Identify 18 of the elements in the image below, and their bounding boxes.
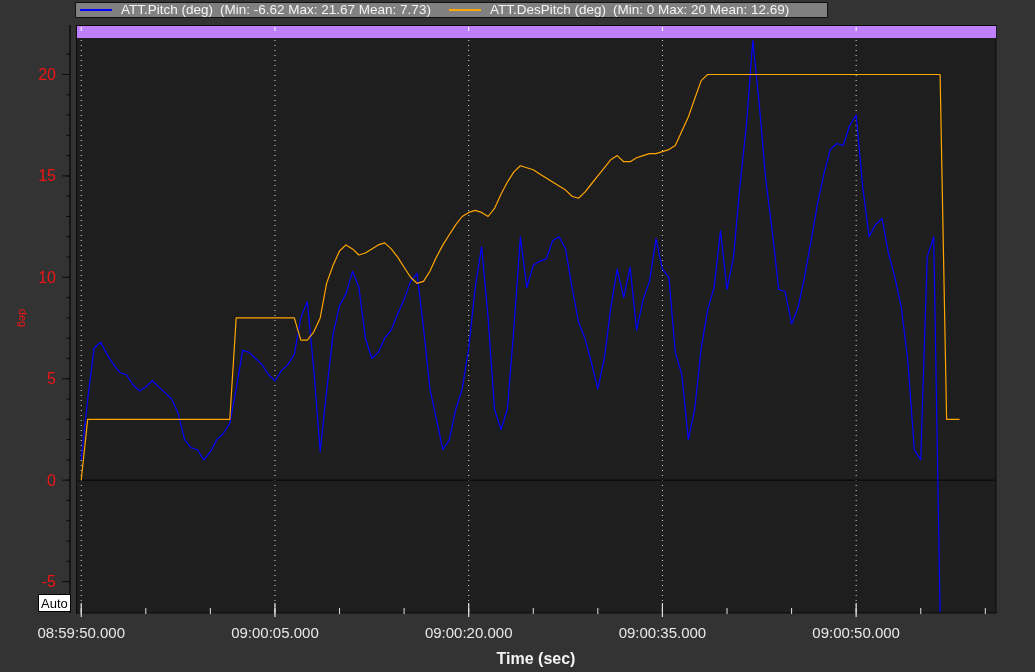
y-tick-label: 20 bbox=[38, 66, 56, 83]
y-tick-label: 15 bbox=[38, 167, 56, 185]
y-tick-label: -5 bbox=[41, 573, 56, 591]
x-axis-title: Time (sec) bbox=[496, 650, 576, 667]
legend-label: ATT.DesPitch (deg) bbox=[489, 3, 606, 17]
legend-stats: (Min: -6.62 Max: 21.67 Mean: 7.73) bbox=[220, 3, 431, 17]
y-axis-title: deg bbox=[17, 308, 30, 328]
x-tick-label: 09:00:35.000 bbox=[618, 624, 707, 641]
y-tick-label: 10 bbox=[38, 268, 56, 286]
x-tick-label: 09:00:05.000 bbox=[231, 624, 319, 641]
y-tick-label: 5 bbox=[47, 370, 56, 388]
x-tick-label: 09:00:50.000 bbox=[812, 624, 900, 641]
legend-label: ATT.Pitch (deg) bbox=[121, 3, 214, 17]
x-tick-label: 09:00:20.000 bbox=[424, 624, 513, 641]
legend-stats: (Min: 0 Max: 20 Mean: 12.69) bbox=[612, 3, 790, 17]
auto-button[interactable]: Auto bbox=[38, 594, 71, 612]
y-tick-label: 0 bbox=[47, 471, 56, 489]
x-tick-label: 08:59:50.000 bbox=[37, 624, 126, 641]
